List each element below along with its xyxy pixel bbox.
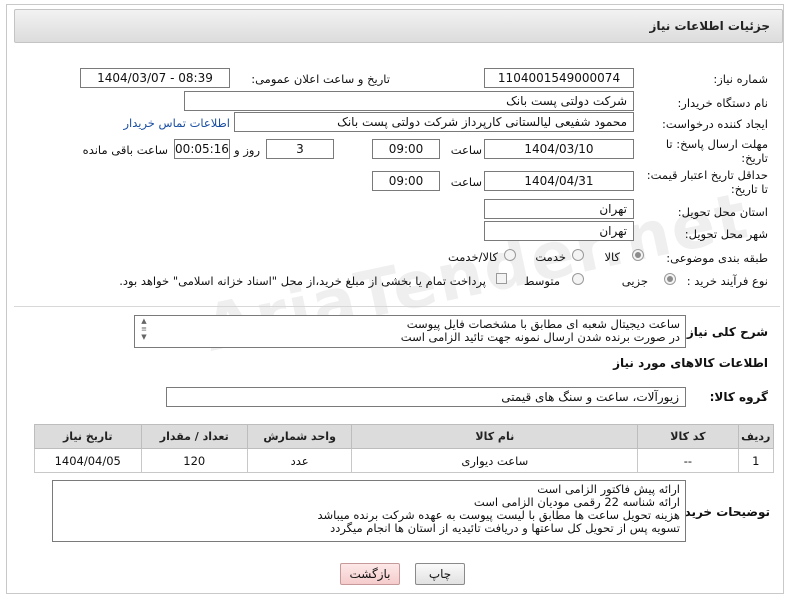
goods-group-label: گروه کالا:: [709, 390, 768, 404]
validity-label-2: تا تاریخ:: [730, 182, 768, 196]
title-bar: جزئیات اطلاعات نیاز: [14, 9, 783, 43]
summary-line-2: در صورت برنده شدن ارسال نمونه جهت تائید …: [400, 330, 680, 344]
days-label: روز و: [234, 143, 260, 157]
cell-qty: 120: [140, 448, 248, 473]
announce-label: تاریخ و ساعت اعلان عمومی:: [251, 72, 390, 86]
contact-info-link[interactable]: اطلاعات تماس خریدار: [123, 116, 230, 130]
payment-checkbox[interactable]: [496, 273, 507, 284]
category-radio-goods[interactable]: [632, 249, 644, 261]
goods-group-field[interactable]: زیورآلات، ساعت و سنگ های قیمتی: [166, 387, 686, 407]
table-header-row: ردیف کد کالا نام کالا واحد شمارش تعداد /…: [34, 424, 775, 449]
goods-table: ردیف کد کالا نام کالا واحد شمارش تعداد /…: [34, 424, 775, 473]
city-label: شهر محل تحویل:: [684, 227, 768, 241]
remaining-time-field[interactable]: 00:05:16: [174, 139, 230, 159]
city-field[interactable]: تهران: [484, 221, 634, 241]
payment-note: پرداخت تمام یا بخشی از مبلغ خرید،از محل …: [119, 274, 486, 288]
cell-code: --: [637, 448, 739, 473]
scroll-up-icon[interactable]: ▲: [138, 317, 150, 325]
validity-date-field[interactable]: 1404/04/31: [484, 171, 634, 191]
divider: [14, 306, 780, 307]
summary-scrollbar[interactable]: ▲ ≡ ▼: [138, 317, 150, 345]
province-label: استان محل تحویل:: [677, 205, 768, 219]
process-label: نوع فرآیند خرید :: [686, 274, 768, 288]
category-label: طبقه بندی موضوعی:: [666, 251, 768, 265]
category-option-goods: کالا: [604, 250, 620, 264]
cell-row: 1: [737, 448, 775, 473]
validity-time-label: ساعت: [450, 175, 482, 189]
col-qty: تعداد / مقدار: [140, 424, 248, 449]
validity-label-1: حداقل تاریخ اعتبار قیمت:: [646, 168, 768, 182]
deadline-label-2: تاریخ:: [741, 151, 768, 165]
scroll-down-icon[interactable]: ▼: [138, 333, 150, 341]
buyer-notes-textarea[interactable]: ارائه پیش فاکتور الزامی است ارائه شناسه …: [52, 480, 686, 542]
buyer-org-label: نام دستگاه خریدار:: [677, 96, 768, 110]
cell-unit: عدد: [246, 448, 353, 473]
category-radio-service[interactable]: [572, 249, 584, 261]
deadline-date-field[interactable]: 1404/03/10: [484, 139, 634, 159]
category-option-both: کالا/خدمت: [447, 250, 498, 264]
remaining-label: ساعت باقی مانده: [82, 143, 168, 157]
validity-time-field[interactable]: 09:00: [372, 171, 440, 191]
category-option-service: خدمت: [535, 250, 566, 264]
process-option-minor: جزیی: [621, 274, 648, 288]
announce-field[interactable]: 1404/03/07 - 08:39: [80, 68, 230, 88]
scroll-line-icon: ≡: [141, 325, 147, 333]
cell-name: ساعت دیواری: [351, 448, 639, 473]
process-radio-minor[interactable]: [664, 273, 676, 285]
cell-date: 1404/04/05: [34, 448, 142, 473]
days-field[interactable]: 3: [266, 139, 334, 159]
goods-info-heading: اطلاعات کالاهای مورد نیاز: [613, 356, 768, 370]
buyer-org-field[interactable]: شرکت دولتی پست بانک: [184, 91, 634, 111]
col-unit: واحد شمارش: [246, 424, 353, 449]
need-number-label: شماره نیاز:: [713, 72, 768, 86]
table-row[interactable]: 1 -- ساعت دیواری عدد 120 1404/04/05: [34, 448, 775, 473]
category-radio-both[interactable]: [504, 249, 516, 261]
col-code: کد کالا: [637, 424, 739, 449]
back-button[interactable]: بازگشت: [340, 563, 400, 585]
print-button[interactable]: چاپ: [415, 563, 465, 585]
deadline-label-1: مهلت ارسال پاسخ: تا: [665, 137, 768, 151]
summary-label: شرح کلی نیاز:: [682, 325, 768, 339]
creator-field[interactable]: محمود شفیعی لیالستانی کارپرداز شرکت دولت…: [234, 112, 634, 132]
process-radio-medium[interactable]: [572, 273, 584, 285]
col-row: ردیف: [737, 424, 775, 449]
col-date: تاریخ نیاز: [34, 424, 142, 449]
buyer-note-line-4: تسویه پس از تحویل کل ساعتها و دریافت تائ…: [330, 521, 680, 535]
col-name: نام کالا: [351, 424, 639, 449]
deadline-time-label: ساعت: [450, 143, 482, 157]
window-title: جزئیات اطلاعات نیاز: [649, 19, 770, 33]
creator-label: ایجاد کننده درخواست:: [662, 117, 768, 131]
summary-textarea[interactable]: ساعت دیجیتال شعبه ای مطابق با مشخصات فای…: [134, 315, 686, 348]
process-option-medium: متوسط: [523, 274, 560, 288]
province-field[interactable]: تهران: [484, 199, 634, 219]
need-number-field[interactable]: 1104001549000074: [484, 68, 634, 88]
deadline-time-field[interactable]: 09:00: [372, 139, 440, 159]
